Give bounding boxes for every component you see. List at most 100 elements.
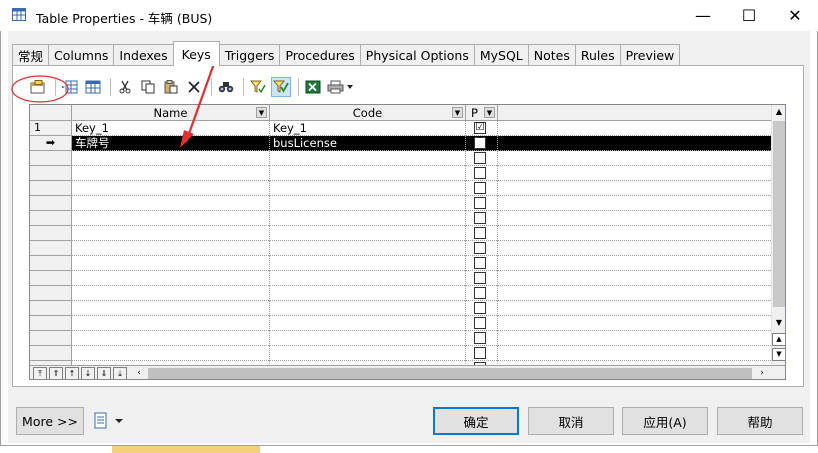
empty-cell[interactable] xyxy=(270,331,466,346)
tab-procedures[interactable]: Procedures xyxy=(279,44,361,65)
empty-cell[interactable] xyxy=(270,151,466,166)
empty-cell[interactable] xyxy=(72,346,270,361)
column-header-name[interactable]: Name ▼ xyxy=(72,105,270,121)
cell-primary[interactable] xyxy=(466,136,498,151)
empty-cell[interactable] xyxy=(466,211,498,226)
scroll-up-icon[interactable]: ▲ xyxy=(773,106,785,118)
move-top-icon[interactable]: ⤒ xyxy=(33,367,47,379)
row-header[interactable] xyxy=(30,226,72,241)
empty-cell[interactable] xyxy=(466,181,498,196)
empty-cell[interactable] xyxy=(270,256,466,271)
empty-cell[interactable] xyxy=(466,196,498,211)
primary-checkbox[interactable] xyxy=(474,152,486,164)
minimize-button[interactable]: — xyxy=(680,0,726,31)
empty-cell[interactable] xyxy=(270,241,466,256)
empty-cell[interactable] xyxy=(466,331,498,346)
print-button[interactable] xyxy=(326,77,356,97)
empty-cell[interactable] xyxy=(466,241,498,256)
row-header[interactable] xyxy=(30,256,72,271)
move-up-page-icon[interactable]: ⇑ xyxy=(49,367,63,379)
empty-cell[interactable] xyxy=(72,331,270,346)
primary-checkbox[interactable] xyxy=(474,257,486,269)
tab-rules[interactable]: Rules xyxy=(574,44,621,65)
empty-cell[interactable] xyxy=(466,226,498,241)
empty-cell[interactable] xyxy=(270,271,466,286)
empty-cell[interactable] xyxy=(466,271,498,286)
add-row-button[interactable] xyxy=(83,77,103,97)
ok-button[interactable]: 确定 xyxy=(433,407,519,435)
cancel-button[interactable]: 取消 xyxy=(528,407,614,435)
empty-cell[interactable] xyxy=(72,241,270,256)
empty-cell[interactable] xyxy=(466,286,498,301)
empty-row[interactable] xyxy=(30,226,771,241)
primary-checkbox[interactable] xyxy=(474,212,486,224)
scroll-bottom-icon[interactable]: ▼ xyxy=(772,348,785,361)
cell-primary[interactable]: ☑ xyxy=(466,121,498,136)
empty-cell[interactable] xyxy=(72,196,270,211)
empty-cell[interactable] xyxy=(466,256,498,271)
chevron-down-icon[interactable]: ▼ xyxy=(484,107,495,118)
excel-export-button[interactable] xyxy=(303,77,323,97)
filter-button[interactable] xyxy=(248,77,268,97)
empty-cell[interactable] xyxy=(270,301,466,316)
cell-name[interactable]: Key_1 xyxy=(72,121,270,136)
empty-row[interactable] xyxy=(30,166,771,181)
cell-code[interactable]: Key_1 xyxy=(270,121,466,136)
empty-cell[interactable] xyxy=(270,346,466,361)
empty-cell[interactable] xyxy=(466,346,498,361)
tab-columns[interactable]: Columns xyxy=(48,44,115,65)
empty-cell[interactable] xyxy=(270,286,466,301)
customize-columns-button[interactable] xyxy=(271,77,291,97)
primary-checkbox[interactable] xyxy=(474,347,486,359)
empty-cell[interactable] xyxy=(466,151,498,166)
empty-cell[interactable] xyxy=(466,301,498,316)
empty-row[interactable] xyxy=(30,181,771,196)
row-header[interactable] xyxy=(30,151,72,166)
primary-checkbox[interactable] xyxy=(474,272,486,284)
move-up-icon[interactable]: ↑ xyxy=(65,367,79,379)
empty-row[interactable] xyxy=(30,316,771,331)
scroll-top-icon[interactable]: ▲ xyxy=(772,333,785,346)
move-down-page-icon[interactable]: ⇓ xyxy=(97,367,111,379)
row-header[interactable] xyxy=(30,181,72,196)
empty-cell[interactable] xyxy=(270,181,466,196)
primary-checkbox[interactable] xyxy=(474,317,486,329)
empty-cell[interactable] xyxy=(466,166,498,181)
empty-row[interactable] xyxy=(30,241,771,256)
row-header[interactable] xyxy=(30,166,72,181)
row-header[interactable] xyxy=(30,301,72,316)
tab-indexes[interactable]: Indexes xyxy=(113,44,174,65)
primary-checkbox[interactable] xyxy=(474,332,486,344)
empty-cell[interactable] xyxy=(72,151,270,166)
more-button[interactable]: More >> xyxy=(16,407,84,435)
maximize-button[interactable]: ☐ xyxy=(726,0,772,31)
empty-row[interactable] xyxy=(30,301,771,316)
primary-checkbox[interactable] xyxy=(474,227,486,239)
table-row-selected[interactable]: ➡ 车牌号 busLicense xyxy=(30,136,771,151)
primary-checkbox[interactable] xyxy=(474,137,486,149)
scrollbar-thumb[interactable] xyxy=(773,121,785,307)
move-down-icon[interactable]: ↓ xyxy=(81,367,95,379)
tab-physical-options[interactable]: Physical Options xyxy=(359,44,475,65)
tab-mysql[interactable]: MySQL xyxy=(473,44,529,65)
primary-checkbox[interactable] xyxy=(474,287,486,299)
scroll-right-icon[interactable]: › xyxy=(756,367,768,379)
cell-name[interactable]: 车牌号 xyxy=(72,136,270,151)
vertical-scrollbar[interactable]: ▲ ▼ ▲ ▼ xyxy=(771,105,785,365)
empty-cell[interactable] xyxy=(72,301,270,316)
scroll-down-icon[interactable]: ▼ xyxy=(773,317,785,329)
primary-checkbox[interactable] xyxy=(474,302,486,314)
empty-row[interactable] xyxy=(30,211,771,226)
primary-checkbox[interactable]: ☑ xyxy=(474,122,486,134)
empty-cell[interactable] xyxy=(270,166,466,181)
row-header[interactable] xyxy=(30,211,72,226)
cut-button[interactable] xyxy=(115,77,135,97)
empty-cell[interactable] xyxy=(72,181,270,196)
row-header[interactable]: 1 xyxy=(30,121,72,136)
options-button[interactable] xyxy=(93,410,129,432)
empty-cell[interactable] xyxy=(72,226,270,241)
empty-row[interactable] xyxy=(30,256,771,271)
tab-keys[interactable]: Keys xyxy=(172,41,220,66)
horizontal-scrollbar-thumb[interactable] xyxy=(148,368,752,379)
empty-cell[interactable] xyxy=(270,226,466,241)
